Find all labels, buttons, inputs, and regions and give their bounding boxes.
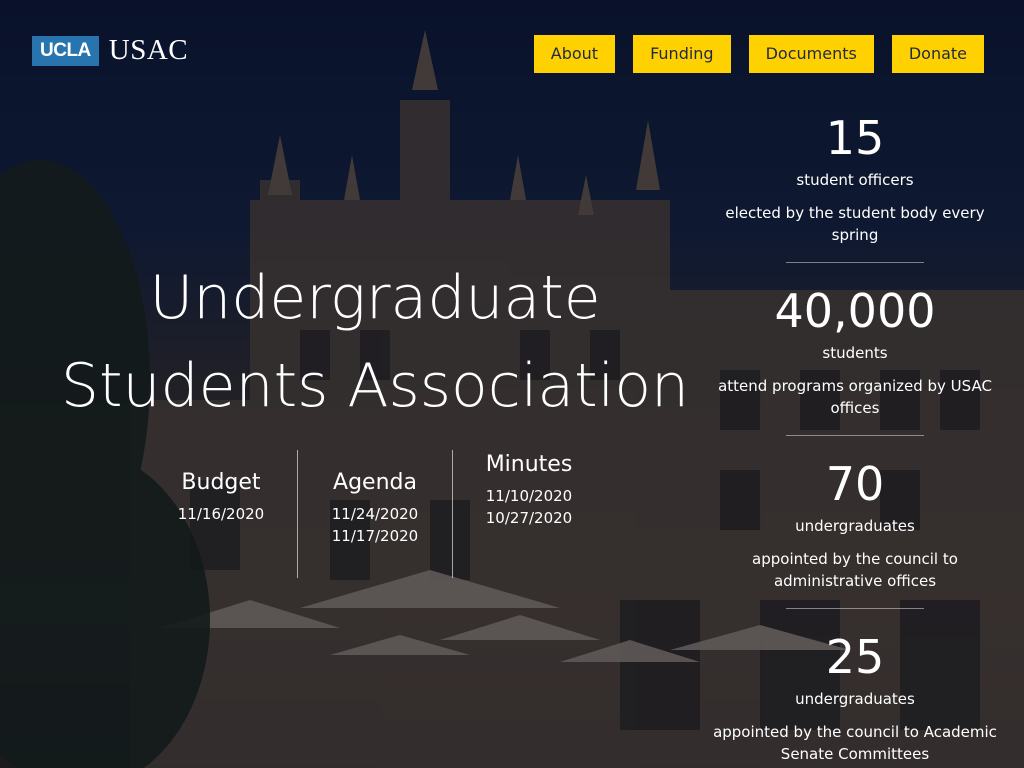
nav-about-button[interactable]: About [533, 35, 616, 73]
document-links: Budget 11/16/2020 Agenda 11/24/2020 11/1… [145, 450, 605, 578]
usac-logo[interactable]: UCLA USAC [32, 34, 188, 67]
budget-column: Budget 11/16/2020 [145, 450, 297, 578]
stat-description: appointed by the council to Academic Sen… [713, 723, 997, 763]
minutes-date-link[interactable]: 11/10/2020 [453, 485, 605, 507]
stat-description: appointed by the council to administrati… [752, 550, 958, 590]
top-navigation: About Funding Documents Donate [533, 35, 984, 73]
agenda-date-link[interactable]: 11/24/2020 [298, 503, 452, 525]
budget-heading: Budget [181, 470, 261, 495]
stats-panel: 15 student officers elected by the stude… [700, 108, 1010, 765]
stat-divider [786, 262, 924, 263]
stat-number: 40,000 [774, 284, 936, 338]
stat-description: elected by the student body every spring [725, 204, 985, 244]
agenda-heading: Agenda [333, 470, 417, 495]
minutes-date-link[interactable]: 10/27/2020 [453, 507, 605, 529]
stat-divider [786, 608, 924, 609]
agenda-date-link[interactable]: 11/17/2020 [298, 525, 452, 547]
budget-date-link[interactable]: 11/16/2020 [145, 503, 297, 525]
stat-block: 40,000 students attend programs organize… [700, 281, 1010, 419]
nav-funding-button[interactable]: Funding [633, 35, 731, 73]
stat-number: 25 [825, 630, 885, 684]
ucla-logo-badge: UCLA [32, 35, 99, 66]
usac-logo-text: USAC [108, 34, 189, 66]
minutes-heading: Minutes [485, 452, 573, 477]
title-line-1: Undergraduate [149, 263, 601, 333]
agenda-column: Agenda 11/24/2020 11/17/2020 [298, 450, 452, 578]
page-title: Undergraduate Students Association [50, 254, 700, 430]
stat-label: student officers [796, 171, 914, 189]
stat-label: undergraduates [795, 690, 915, 708]
stat-label: undergraduates [795, 517, 915, 535]
minutes-column: Minutes 11/10/2020 10/27/2020 [453, 450, 605, 578]
stat-description: attend programs organized by USAC office… [718, 377, 992, 417]
stat-number: 70 [825, 457, 885, 511]
stat-block: 70 undergraduates appointed by the counc… [700, 454, 1010, 592]
title-line-2: Students Association [60, 351, 690, 421]
stat-label: students [822, 344, 888, 362]
stat-block: 15 student officers elected by the stude… [700, 108, 1010, 246]
nav-documents-button[interactable]: Documents [748, 35, 874, 73]
nav-donate-button[interactable]: Donate [891, 35, 984, 73]
stat-divider [786, 435, 924, 436]
stat-number: 15 [825, 111, 885, 165]
stat-block: 25 undergraduates appointed by the counc… [700, 627, 1010, 765]
